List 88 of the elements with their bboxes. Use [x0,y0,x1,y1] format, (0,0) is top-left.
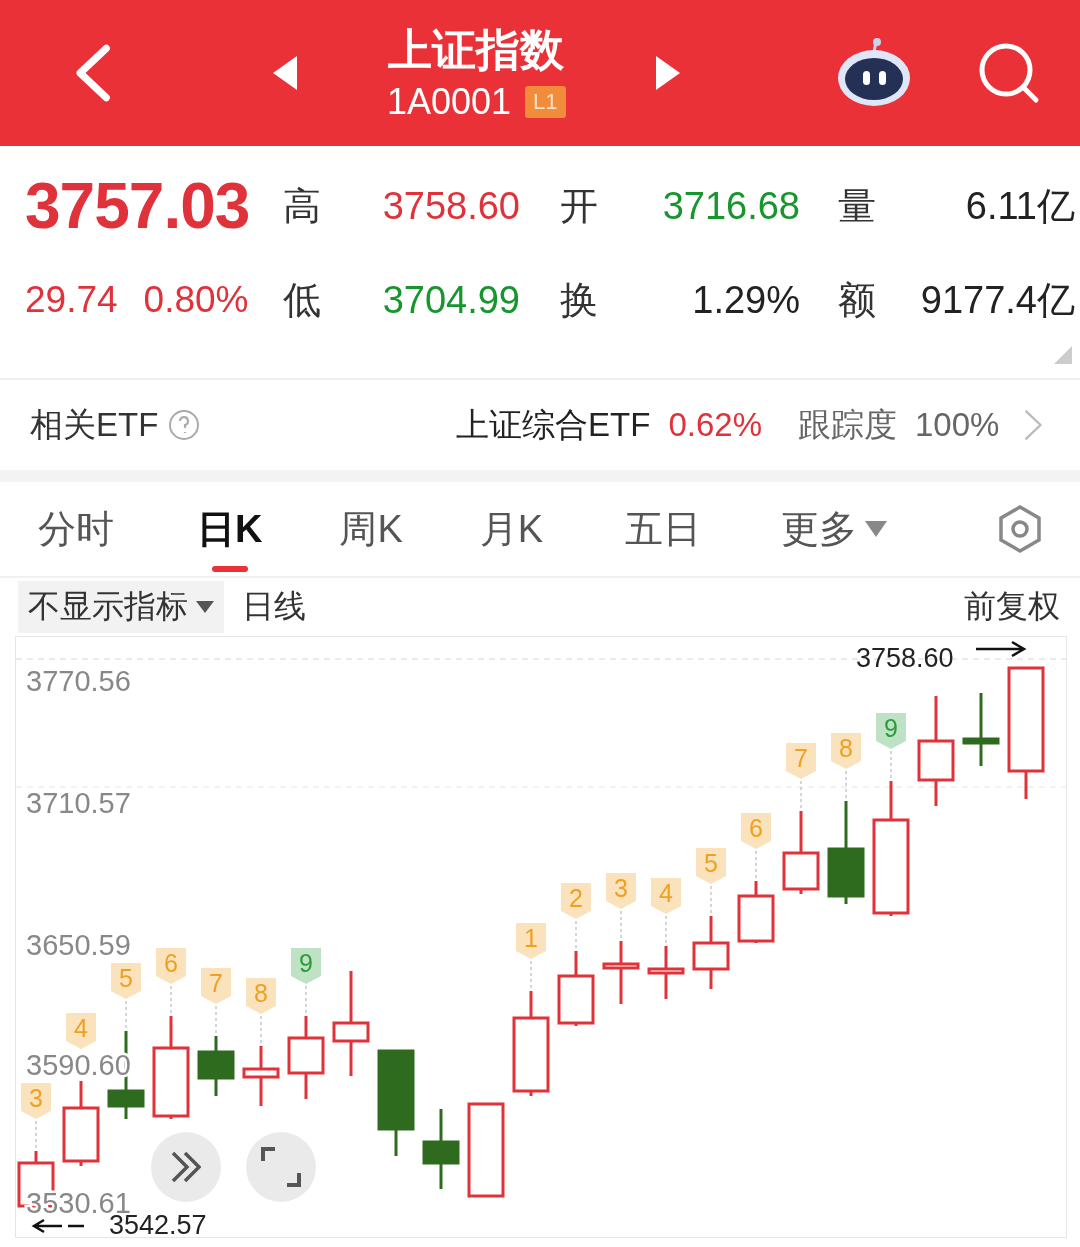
field-label: 高 [283,183,322,229]
field-value: 3704.99 [381,278,520,322]
field-label: 额 [837,277,877,323]
leader-line [35,1120,37,1150]
candlestick [197,1036,235,1096]
leader-line [755,850,757,880]
field-label: 开 [559,183,599,229]
candlestick [242,1046,280,1106]
candlestick [647,946,685,999]
sequence-marker: 1 [516,923,546,959]
search-icon [978,42,1040,104]
leader-line [845,770,847,800]
leader-line [305,985,307,1015]
current-price: 3757.03 [25,169,251,243]
candlestick [737,881,775,943]
sequence-marker: 6 [156,948,186,984]
field-label: 量 [837,183,877,229]
tracking-label: 跟踪度 [798,404,897,445]
price-change: 29.74 [25,279,118,321]
leader-line [800,780,802,810]
sequence-marker: 2 [561,883,591,919]
axis-label: 3770.56 [26,665,131,697]
search-button[interactable] [978,42,1040,104]
chart-tab[interactable]: 分时 [38,482,114,576]
fullscreen-icon [261,1147,301,1187]
change-percent: 0.80% [143,279,249,321]
indicator-dropdown[interactable]: 不显示指标 [18,581,224,633]
arrow-icon [31,1218,86,1234]
sequence-marker: 5 [696,848,726,884]
sequence-marker: 3 [21,1083,51,1119]
field-label: 低 [283,277,322,323]
chart-tab[interactable]: 日K [197,482,263,576]
sequence-marker: 9 [291,948,321,984]
sequence-marker: 6 [741,813,771,849]
tracking-value: 100% [915,406,1000,444]
expand-corner-icon [1054,346,1072,364]
index-code: 1A0001 [386,82,511,122]
etf-label: 相关ETF [30,404,159,445]
sequence-marker: 7 [201,968,231,1004]
chart-tab[interactable]: 周K [339,482,403,576]
double-chevron-icon [171,1151,201,1183]
sequence-marker: 9 [876,713,906,749]
chart-tab[interactable]: 五日 [625,482,702,576]
axis-label: 3710.57 [26,787,131,819]
arrow-icon [974,640,1027,658]
period-label: 日线 [242,587,306,626]
sequence-marker: 7 [786,743,816,779]
sequence-marker: 4 [651,878,681,914]
leader-line [530,960,532,990]
axis-label: 3650.59 [26,929,131,961]
sequence-marker: 4 [66,1013,96,1049]
field-value: 6.11亿 [964,183,1075,229]
etf-name[interactable]: 上证综合ETF [456,402,651,448]
leader-line [260,1015,262,1045]
field-value: 9177.4亿 [919,277,1075,323]
high-price-label: 3758.60 [856,643,954,673]
left-triangle-icon [272,56,297,90]
chart-tab[interactable]: 月K [479,482,544,576]
sequence-marker: 8 [831,733,861,769]
previous-button[interactable] [272,56,297,90]
leader-line [620,910,622,940]
dropdown-caret-icon [865,521,888,537]
leader-line [665,915,667,945]
sequence-marker: 8 [246,978,276,1014]
dropdown-caret-icon [196,601,214,613]
robot-icon [836,38,912,108]
leader-line [710,885,712,915]
assistant-button[interactable] [836,38,912,108]
leader-line [890,750,892,780]
field-value: 3716.68 [661,184,800,228]
next-button[interactable] [655,56,680,90]
etf-change: 0.62% [668,406,762,444]
leader-line [215,1005,217,1035]
right-triangle-icon [655,56,680,90]
sequence-marker: 5 [111,963,141,999]
leader-line [125,1000,127,1030]
field-value: 3758.60 [381,184,520,228]
leader-line [575,920,577,950]
help-icon[interactable] [168,409,201,441]
sequence-marker: 3 [606,873,636,909]
leader-line [170,985,172,1015]
chart-tab[interactable]: 更多 [781,482,888,576]
candlestick [602,941,640,1004]
field-label: 换 [559,277,599,323]
adjust-mode-label[interactable]: 前复权 [964,585,1060,629]
page-title: 上证指数 [388,24,565,76]
field-value: 1.29% [691,278,800,322]
level-badge: L1 [525,86,566,118]
